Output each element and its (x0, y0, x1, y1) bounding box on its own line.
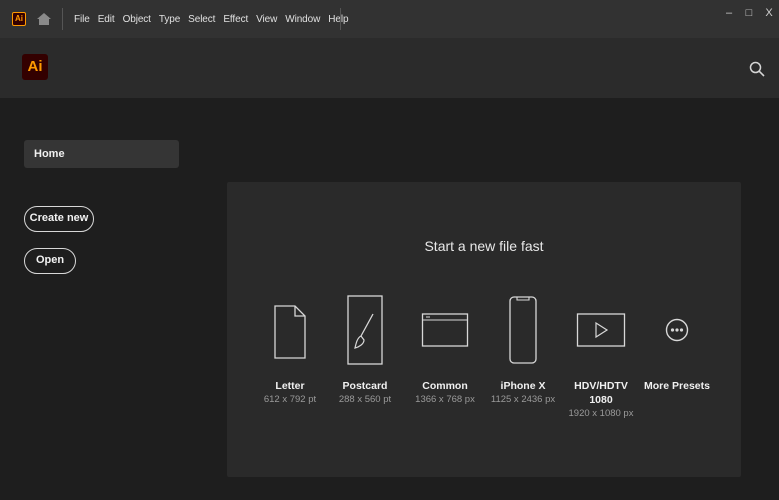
phone-icon (509, 296, 537, 364)
menu-view[interactable]: View (252, 14, 281, 25)
preset-iphone-x[interactable]: iPhone X 1125 x 2436 px (481, 292, 565, 407)
menu-effect[interactable]: Effect (219, 14, 252, 25)
preset-name: Common (422, 380, 468, 392)
menu-window[interactable]: Window (281, 14, 324, 25)
preset-postcard[interactable]: Postcard 288 x 560 pt (323, 292, 407, 407)
close-button[interactable]: X (763, 6, 775, 20)
more-ellipsis-icon (665, 318, 689, 342)
menu-select[interactable]: Select (184, 14, 219, 25)
preset-name: More Presets (644, 380, 710, 392)
search-icon[interactable] (749, 61, 765, 77)
letter-document-icon (274, 305, 306, 359)
menu: File Edit Object Type Select Effect View… (70, 0, 352, 38)
menu-file[interactable]: File (70, 14, 94, 25)
menu-edit[interactable]: Edit (94, 14, 119, 25)
home-icon[interactable] (36, 11, 52, 27)
preset-name: HDV/HDTV 1080 (574, 380, 628, 406)
preset-common[interactable]: Common 1366 x 768 px (403, 292, 487, 407)
app-icon: Ai (12, 12, 26, 26)
window-controls: – □ X (723, 6, 775, 20)
preset-dimensions: 612 x 792 pt (263, 394, 317, 405)
video-play-icon (576, 313, 626, 347)
menu-divider (62, 8, 63, 30)
menu-object[interactable]: Object (119, 14, 155, 25)
maximize-button[interactable]: □ (743, 6, 755, 20)
quickstart-panel: Start a new file fast Letter 612 x 792 p… (227, 182, 741, 477)
create-new-button[interactable]: Create new (24, 206, 94, 232)
quickstart-title: Start a new file fast (424, 238, 544, 254)
browser-window-icon (421, 313, 469, 347)
open-button[interactable]: Open (24, 248, 76, 274)
postcard-brush-icon (347, 295, 383, 365)
title-menu-bar: Ai File Edit Object Type Select Effect V… (0, 0, 779, 38)
menu-help[interactable]: Help (324, 14, 352, 25)
preset-dimensions: 1366 x 768 px (415, 394, 475, 405)
menu-divider (340, 8, 341, 30)
preset-dimensions: 1920 x 1080 px (568, 408, 634, 419)
preset-hdv-hdtv[interactable]: HDV/HDTV 1080 1920 x 1080 px (559, 292, 643, 421)
preset-name: Postcard (342, 380, 388, 392)
preset-name: iPhone X (500, 380, 546, 392)
app-header: Ai (0, 38, 779, 98)
preset-name: Letter (275, 380, 305, 392)
menu-type[interactable]: Type (155, 14, 184, 25)
preset-dimensions: 1125 x 2436 px (490, 394, 556, 405)
preset-letter[interactable]: Letter 612 x 792 pt (248, 292, 332, 407)
app-logo: Ai (22, 54, 48, 80)
sidebar-item-home[interactable]: Home (24, 140, 179, 168)
preset-more[interactable]: More Presets (635, 292, 719, 393)
minimize-button[interactable]: – (723, 6, 735, 20)
preset-dimensions: 288 x 560 pt (338, 394, 392, 405)
